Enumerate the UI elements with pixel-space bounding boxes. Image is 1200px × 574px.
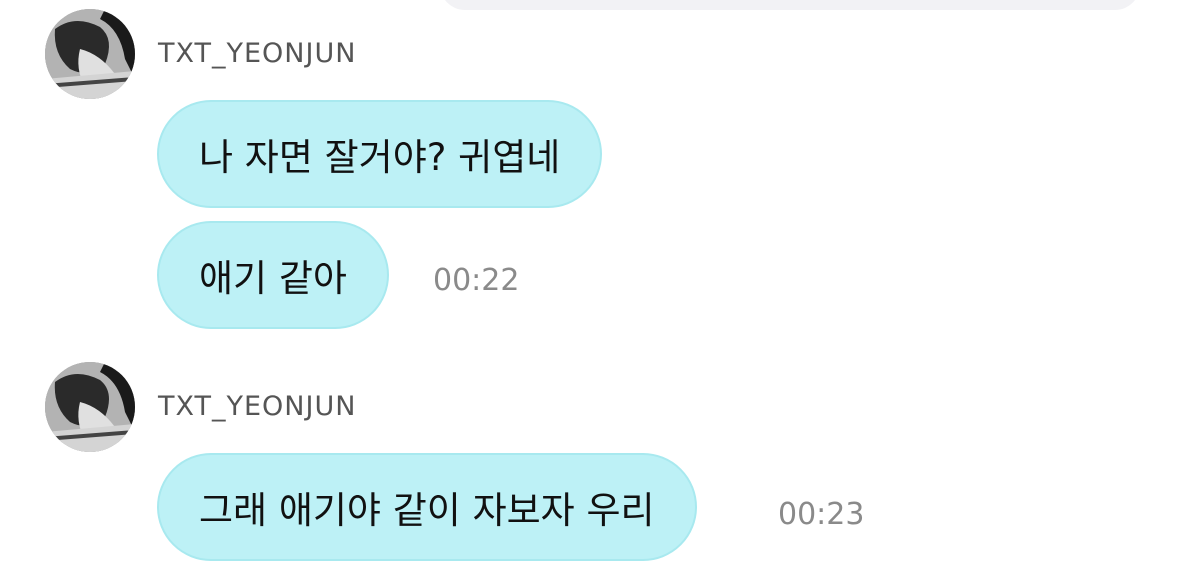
- profile-photo-icon[interactable]: [45, 362, 135, 452]
- message-bubble[interactable]: 그래 애기야 같이 자보자 우리: [157, 453, 697, 561]
- profile-photo-icon[interactable]: [45, 9, 135, 99]
- message-text: 그래 애기야 같이 자보자 우리: [199, 489, 655, 532]
- message-bubble[interactable]: 나 자면 잘거야? 귀엽네: [157, 100, 603, 208]
- sender-username: TXT_YEONJUN: [158, 38, 357, 69]
- message-timestamp: 00:23: [778, 497, 865, 532]
- message-timestamp: 00:22: [433, 263, 520, 298]
- message-bubble[interactable]: 애기 같아: [157, 221, 389, 329]
- message-text: 애기 같아: [199, 257, 347, 300]
- message-text: 나 자면 잘거야? 귀엽네: [199, 136, 561, 179]
- sender-username: TXT_YEONJUN: [158, 391, 357, 422]
- previous-message-bubble: [440, 0, 1140, 10]
